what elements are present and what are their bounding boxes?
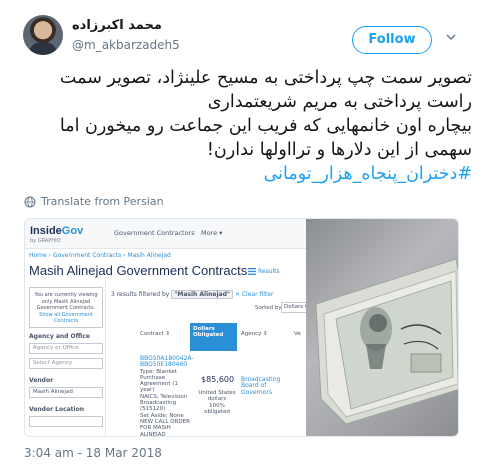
amount-value: $85,600 [201, 375, 235, 384]
vendor-field: Masih Alinejad [29, 387, 103, 398]
filter-sidebar: You are currently viewing only Masih Ali… [25, 281, 106, 436]
page-title: Masih Alinejad Government Contracts [29, 263, 248, 278]
amount-currency: United States dollars [198, 390, 236, 403]
tweet-line: بیچاره اون خانمهایی که فریب این جماعت رو… [59, 116, 472, 136]
nav-government-contractors: Government Contractors [114, 229, 195, 237]
hashtag-link[interactable]: #دختران_پنجاه_هزار_تومانی [20, 162, 472, 186]
globe-icon [24, 196, 36, 207]
results-tab: Results [258, 268, 280, 275]
contract-description: NEW CALL ORDER FOR MASIH ALINEJAD [140, 418, 190, 437]
filter-prefix: 3 results filtered by [111, 291, 170, 298]
tweet-text: تصویر سمت چپ پرداختی به مسیح علینژاد، تص… [20, 66, 472, 186]
author-display-name[interactable]: محمد اکبرزاده [72, 18, 162, 33]
vendor-label: Vendor [29, 377, 54, 384]
agency-cell: Broadcasting Board of Governors [241, 376, 287, 396]
column-contract: Contract ⇕ [140, 331, 171, 337]
follow-button[interactable]: Follow [352, 26, 432, 54]
tweet-line: سهمی از این دلارها و ترااولها ندارن! [206, 140, 472, 160]
select-agency-field: Select Agency [29, 358, 103, 369]
tweet-line: راست پرداختی به مریم شریعتمداری [207, 92, 472, 112]
sort-select: Dollars C [281, 302, 306, 313]
tweet-line: تصویر سمت چپ پرداختی به مسیح علینژاد، تص… [59, 68, 472, 88]
agency-office-field: Agency or Office [29, 343, 103, 354]
notice-text: You are currently viewing only Masih Ali… [34, 292, 98, 311]
filter-chip: "Masih Alinejad" [171, 290, 234, 299]
translate-label: Translate from Persian [41, 195, 164, 208]
agency-office-label: Agency and Office [29, 333, 90, 340]
amount-obligated: 100% obligated [204, 402, 230, 415]
tweet-timestamp[interactable]: 3:04 am - 18 Mar 2018 [24, 446, 162, 460]
site-header: InsideGov by GRAPHIQ Government Contract… [25, 219, 306, 249]
sorted-by-label: Sorted by [255, 305, 282, 311]
notice-link: Show all Government Contracts [39, 311, 93, 325]
tweet-media[interactable]: InsideGov by GRAPHIQ Government Contract… [24, 218, 459, 437]
author-handle[interactable]: @m_akbarzadeh5 [72, 38, 180, 52]
viewing-notice: You are currently viewing only Masih Ali… [29, 287, 103, 328]
contract-cell: BBG50A180042A- BBG50E180460 Type: Blanke… [140, 355, 194, 437]
breadcrumb: Home › Government Contracts › Masih Alin… [29, 252, 171, 259]
column-agency: Agency ⇕ [241, 331, 268, 337]
column-dollars-obligated: Dollars Obligated [190, 323, 237, 351]
avatar[interactable] [23, 15, 63, 55]
tweet-header: محمد اکبرزاده @m_akbarzadeh5 Follow [0, 0, 490, 60]
filter-summary: 3 results filtered by "Masih Alinejad" ×… [111, 290, 274, 299]
list-icon [248, 268, 256, 275]
logo-sub: by GRAPHIQ [30, 238, 61, 244]
banknotes-photo [306, 219, 458, 436]
translate-link[interactable]: Translate from Persian [24, 195, 164, 208]
vendor-location-label: Vendor Location [29, 406, 84, 413]
vendor-location-field [29, 416, 103, 427]
amount-notes: United States dollars 100% obligated [197, 390, 237, 415]
chevron-down-icon[interactable] [445, 31, 457, 43]
insidegov-screenshot: InsideGov by GRAPHIQ Government Contract… [25, 219, 306, 437]
contract-id-2: BBG50E180460 [140, 361, 188, 369]
banknote-stack-image [315, 258, 458, 425]
contract-naics: NAICS: Television Broadcasting (515120) [140, 393, 188, 413]
site-logo: InsideGov [30, 225, 83, 237]
nav-more: More ▾ [201, 229, 223, 237]
logo-gov: Gov [61, 225, 84, 237]
column-vendor: Ve [294, 331, 301, 337]
logo-inside: Inside [30, 225, 62, 237]
contract-type: Type: Blanket Purchase Agreement (1 year… [140, 368, 178, 394]
clear-filter: × Clear filter [234, 291, 274, 298]
agency-link: Broadcasting Board of Governors [241, 376, 281, 396]
